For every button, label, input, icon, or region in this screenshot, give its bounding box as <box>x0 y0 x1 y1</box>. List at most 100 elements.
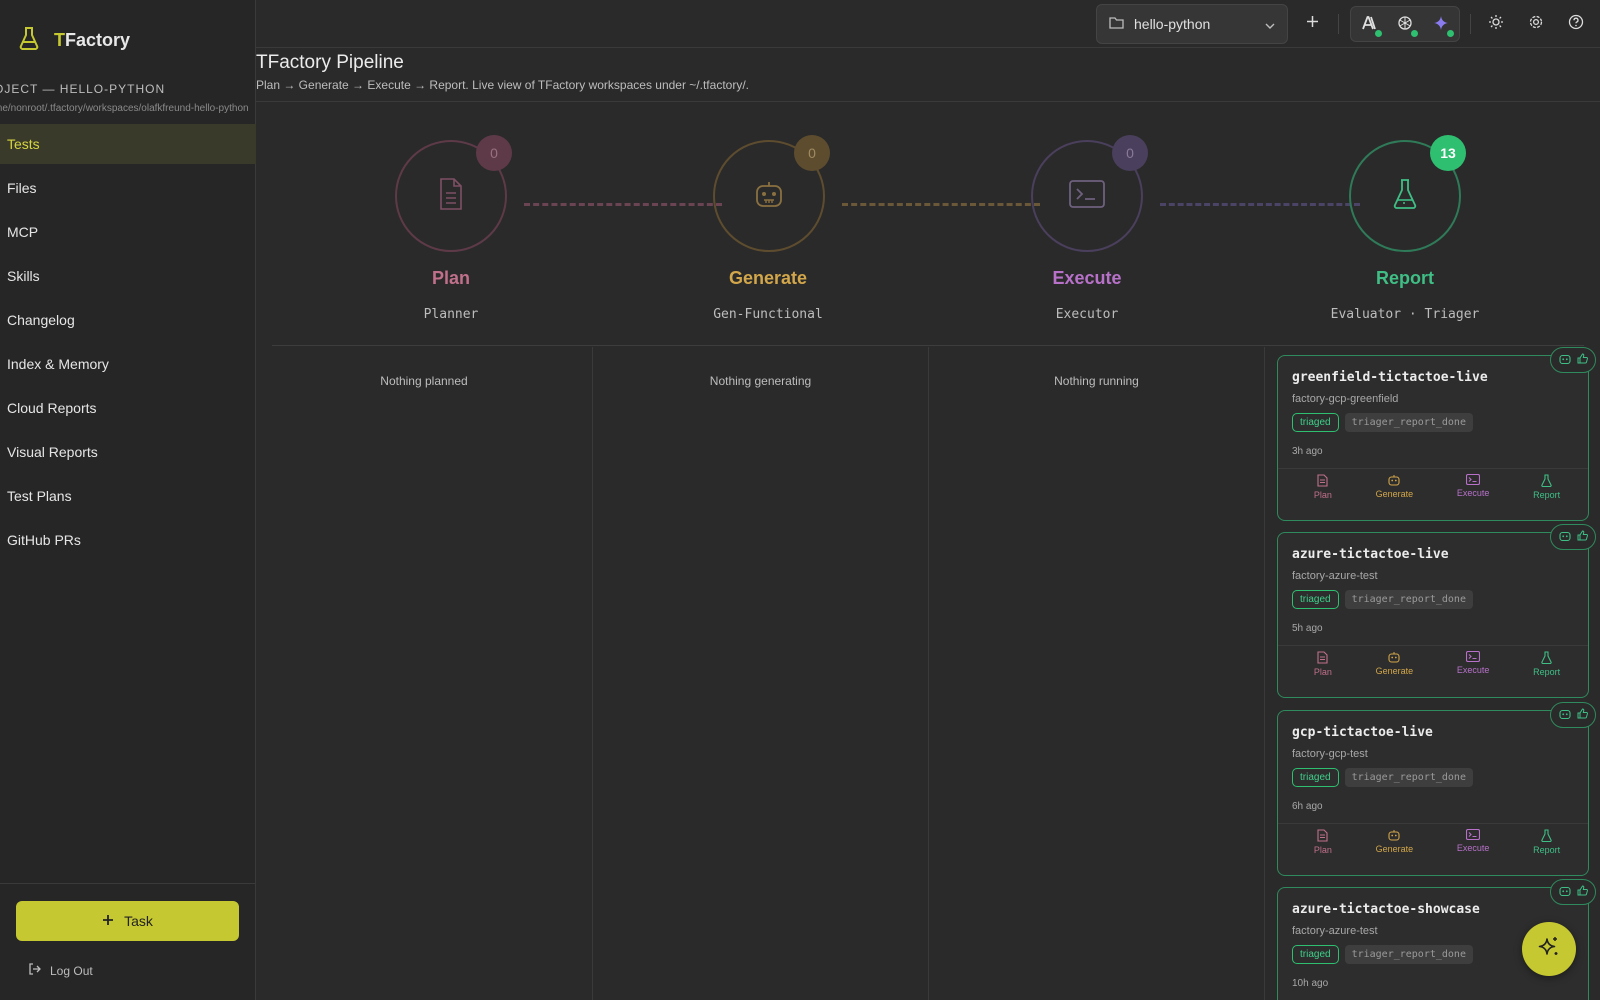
thumbs-up-icon <box>1577 883 1588 901</box>
card-title: azure-tictactoe-showcase <box>1292 902 1480 917</box>
project-select[interactable]: hello-python <box>1096 4 1288 44</box>
pipeline-connector <box>524 203 722 206</box>
report-card[interactable]: greenfield-tictactoe-live factory-gcp-gr… <box>1277 347 1596 521</box>
robot-icon <box>1558 883 1571 901</box>
card-execute-action[interactable]: Execute <box>1456 651 1490 677</box>
card-project: factory-gcp-test <box>1292 748 1368 760</box>
card-plan-action[interactable]: Plan <box>1314 829 1332 855</box>
robot-icon <box>1388 830 1400 841</box>
sidebar-footer: Task Log Out <box>0 883 256 1000</box>
flask-icon <box>1541 829 1552 842</box>
sidebar-item-skills[interactable]: Skills <box>0 256 256 296</box>
card-generate-action[interactable]: Generate <box>1375 829 1414 855</box>
theme-toggle-button[interactable] <box>1480 8 1512 40</box>
ai-assistant-button[interactable] <box>1522 922 1576 976</box>
flask-logo-icon <box>18 26 40 55</box>
action-label: Report <box>1533 667 1561 677</box>
terminal-icon <box>1466 474 1481 485</box>
action-label: Report <box>1533 845 1561 855</box>
card-report-action[interactable]: Report <box>1533 829 1560 855</box>
page-subtitle: Plan → Generate → Execute → Report. Live… <box>256 78 749 92</box>
agent-switcher <box>1350 6 1460 42</box>
card-timestamp: 10h ago <box>1292 978 1329 989</box>
report-card[interactable]: gcp-tictactoe-live factory-gcp-test tria… <box>1277 702 1596 876</box>
action-label: Generate <box>1375 666 1414 676</box>
card-timestamp: 3h ago <box>1292 446 1323 457</box>
sidebar-item-github-prs[interactable]: GitHub PRs <box>0 520 256 560</box>
thumbs-up-icon <box>1577 706 1588 724</box>
status-dot <box>1411 30 1418 37</box>
card-generate-action[interactable]: Generate <box>1376 474 1413 500</box>
logout-button[interactable]: Log Out <box>28 962 93 979</box>
sidebar-item-test-plans[interactable]: Test Plans <box>0 476 256 516</box>
sidebar-item-files[interactable]: Files <box>0 168 256 208</box>
execute-column: Nothing running <box>929 347 1265 1000</box>
chevron-down-icon <box>1265 16 1275 32</box>
top-bar: hello-python <box>256 0 1600 48</box>
card-feedback-pill[interactable] <box>1550 879 1596 905</box>
card-feedback-pill[interactable] <box>1550 347 1596 373</box>
generate-empty-state: Nothing generating <box>709 374 812 388</box>
logout-label: Log Out <box>50 963 93 978</box>
robot-icon <box>754 180 784 213</box>
sidebar-item-index-memory[interactable]: Index & Memory <box>0 344 256 384</box>
action-label: Plan <box>1313 667 1332 677</box>
card-execute-action[interactable]: Execute <box>1457 829 1489 855</box>
card-generate-action[interactable]: Generate <box>1375 651 1414 677</box>
brand[interactable]: TFactory <box>18 26 131 55</box>
card-divider <box>1278 468 1588 469</box>
openai-agent-button[interactable] <box>1389 9 1421 41</box>
flask-icon <box>1392 178 1418 215</box>
sidebar-item-tests[interactable]: Tests <box>0 124 256 164</box>
new-task-button[interactable]: Task <box>16 901 239 941</box>
page-title: TFactory Pipeline <box>256 52 404 73</box>
sidebar-item-visual-reports[interactable]: Visual Reports <box>0 432 256 472</box>
card-plan-action[interactable]: Plan <box>1314 474 1332 500</box>
gear-icon <box>1528 14 1544 35</box>
execute-stage-name: Execute <box>1052 268 1122 288</box>
help-button[interactable] <box>1560 8 1592 40</box>
card-report-action[interactable]: Report <box>1533 651 1560 677</box>
report-stage-role: Evaluator · Triager <box>1330 307 1480 322</box>
project-path: me/nonroot/.tfactory/workspaces/olafkfre… <box>0 103 249 114</box>
sparkles-icon <box>1537 935 1561 964</box>
anthropic-agent-button[interactable] <box>1353 9 1385 41</box>
settings-button[interactable] <box>1520 8 1552 40</box>
flask-icon <box>1541 474 1552 487</box>
folder-icon <box>1109 16 1124 32</box>
card-plan-action[interactable]: Plan <box>1314 651 1332 677</box>
status-badge: triager_report_done <box>1344 768 1473 787</box>
card-report-action[interactable]: Report <box>1533 474 1560 500</box>
status-badge: triager_report_done <box>1344 413 1473 432</box>
action-label: Execute <box>1456 488 1490 498</box>
robot-icon <box>1388 652 1400 663</box>
action-label: Execute <box>1456 665 1490 675</box>
execute-count-badge: 0 <box>1112 135 1148 171</box>
card-project: factory-azure-test <box>1292 925 1378 937</box>
plan-empty-state: Nothing planned <box>380 374 468 388</box>
brand-name: TFactory <box>54 29 131 50</box>
card-execute-action[interactable]: Execute <box>1456 474 1490 500</box>
plan-stage-role: Planner <box>423 307 479 322</box>
robot-icon <box>1558 706 1571 724</box>
sidebar-item-changelog[interactable]: Changelog <box>0 300 256 340</box>
sidebar-item-cloud-reports[interactable]: Cloud Reports <box>0 388 256 428</box>
divider <box>1338 14 1339 34</box>
plus-icon <box>1306 15 1319 33</box>
pipeline-connector <box>842 203 1040 206</box>
sidebar-item-mcp[interactable]: MCP <box>0 212 256 252</box>
robot-icon <box>1558 528 1571 546</box>
card-feedback-pill[interactable] <box>1550 524 1596 550</box>
card-feedback-pill[interactable] <box>1550 702 1596 728</box>
plan-stage-name: Plan <box>431 268 470 288</box>
gemini-agent-button[interactable] <box>1425 9 1457 41</box>
add-project-button[interactable] <box>1296 8 1328 40</box>
action-label: Generate <box>1375 844 1414 854</box>
plan-count-badge: 0 <box>476 135 512 171</box>
plan-column: Nothing planned <box>256 347 593 1000</box>
report-card[interactable]: azure-tictactoe-live factory-azure-test … <box>1277 524 1596 698</box>
action-label: Plan <box>1313 845 1332 855</box>
card-timestamp: 6h ago <box>1292 801 1323 812</box>
generate-stage-name: Generate <box>728 268 808 288</box>
help-icon <box>1568 14 1584 35</box>
